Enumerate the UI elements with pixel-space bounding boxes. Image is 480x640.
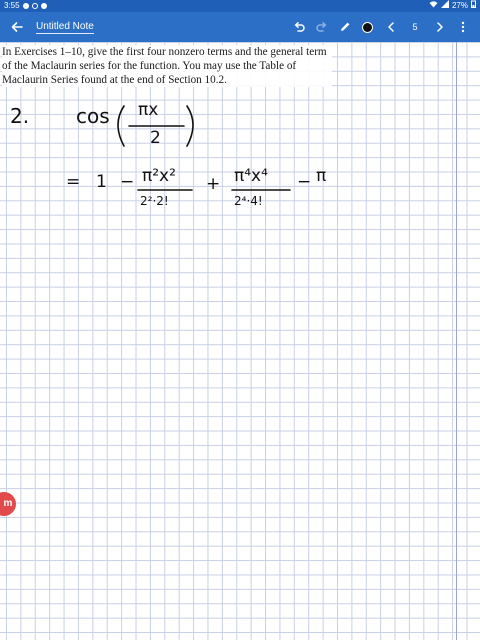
toolbar: 5 bbox=[287, 12, 480, 42]
term2-denominator: 2⁴·4! bbox=[234, 194, 263, 208]
term1-denominator: 2²·2! bbox=[140, 194, 169, 208]
battery-icon bbox=[471, 0, 476, 12]
status-bar: 3:55 27% bbox=[0, 0, 480, 12]
status-right: 27% bbox=[429, 0, 476, 12]
notification-icon bbox=[22, 3, 29, 9]
arrow-left-icon bbox=[11, 22, 23, 32]
minus-sign-1: − bbox=[120, 172, 135, 192]
term3-partial: π bbox=[316, 166, 327, 186]
sync-icon bbox=[31, 3, 38, 9]
status-time: 3:55 bbox=[4, 1, 20, 10]
undo-icon bbox=[294, 22, 305, 32]
app-bar: Untitled Note 5 bbox=[0, 12, 480, 42]
status-left: 3:55 bbox=[4, 0, 47, 12]
undo-button[interactable] bbox=[287, 12, 310, 42]
note-canvas[interactable]: In Exercises 1–10, give the first four n… bbox=[0, 42, 480, 640]
previous-page-button[interactable] bbox=[379, 12, 402, 42]
chevron-right-icon bbox=[436, 22, 443, 32]
exercise-number: 2. bbox=[10, 104, 30, 128]
cos-function: cos bbox=[76, 104, 110, 128]
note-title[interactable]: Untitled Note bbox=[36, 21, 94, 34]
wifi-icon bbox=[429, 0, 438, 12]
badge-label: m bbox=[3, 498, 13, 509]
plus-sign: + bbox=[206, 174, 221, 194]
paren-denominator: 2 bbox=[150, 128, 161, 148]
left-paren-stroke bbox=[117, 105, 125, 147]
redo-icon bbox=[315, 22, 326, 32]
chevron-left-icon bbox=[387, 22, 394, 32]
pen-button[interactable] bbox=[333, 12, 356, 42]
equals-sign: = bbox=[66, 172, 81, 192]
app-notification-icon bbox=[40, 3, 47, 9]
more-options-button[interactable] bbox=[451, 12, 474, 42]
next-page-button[interactable] bbox=[428, 12, 451, 42]
page-number[interactable]: 5 bbox=[402, 12, 428, 42]
minus-sign-2: − bbox=[297, 172, 312, 192]
right-paren-stroke bbox=[186, 105, 194, 147]
back-button[interactable] bbox=[2, 12, 32, 42]
pen-color-button[interactable] bbox=[356, 12, 379, 42]
more-vertical-icon bbox=[461, 21, 464, 33]
redo-button[interactable] bbox=[310, 12, 333, 42]
pen-icon bbox=[340, 22, 349, 31]
paren-numerator: πx bbox=[138, 100, 159, 120]
handwriting-strokes bbox=[117, 105, 291, 191]
term-one: 1 bbox=[96, 172, 107, 192]
term2-numerator: π⁴x⁴ bbox=[234, 166, 268, 186]
battery-percentage: 27% bbox=[451, 1, 468, 10]
signal-icon bbox=[440, 0, 449, 12]
pen-color-swatch bbox=[362, 21, 373, 33]
term1-numerator: π²x² bbox=[142, 166, 176, 186]
